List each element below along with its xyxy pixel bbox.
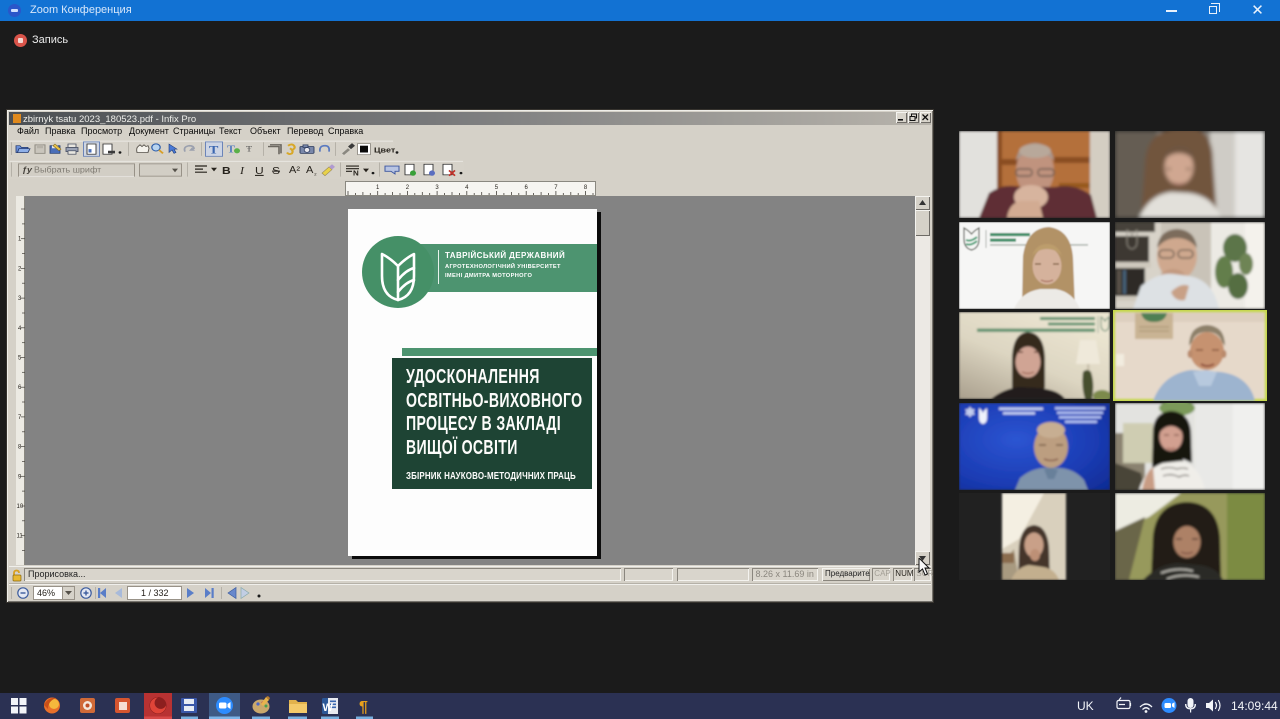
- svg-text:Выбрать шрифт: Выбрать шрифт: [34, 165, 101, 174]
- svg-text:2: 2: [18, 266, 22, 272]
- svg-text:5: 5: [495, 185, 499, 191]
- svg-text:ƒy: ƒy: [22, 165, 33, 174]
- svg-text:A: A: [306, 166, 313, 176]
- svg-text:8: 8: [584, 185, 588, 191]
- svg-text:46%: 46%: [37, 588, 55, 598]
- svg-text:N: N: [353, 169, 359, 177]
- svg-text:1: 1: [376, 185, 380, 191]
- svg-text:10: 10: [17, 504, 24, 510]
- svg-text:Ŧ: Ŧ: [246, 145, 252, 154]
- svg-text:7: 7: [554, 185, 558, 191]
- svg-text:W: W: [323, 702, 334, 714]
- svg-text:U: U: [255, 166, 264, 177]
- svg-text:A²: A²: [289, 166, 301, 176]
- svg-text:¶: ¶: [359, 699, 368, 716]
- svg-text:4: 4: [18, 326, 22, 332]
- svg-text:14:09:44: 14:09:44: [1231, 699, 1278, 713]
- svg-text:4: 4: [465, 185, 469, 191]
- svg-text:T: T: [209, 142, 219, 156]
- svg-text:7: 7: [18, 415, 22, 421]
- svg-text:11: 11: [17, 534, 24, 540]
- svg-text:1: 1: [18, 237, 22, 243]
- svg-text:8: 8: [18, 445, 22, 451]
- svg-text:6: 6: [18, 385, 22, 391]
- svg-text:5: 5: [18, 356, 22, 362]
- svg-text:3: 3: [18, 296, 22, 302]
- svg-text:2: 2: [406, 185, 410, 191]
- svg-text:1 / 332: 1 / 332: [141, 588, 169, 598]
- svg-text:B: B: [222, 166, 231, 177]
- svg-text:3: 3: [435, 185, 439, 191]
- svg-text:Цвет: Цвет: [374, 145, 395, 154]
- svg-text:6: 6: [525, 185, 529, 191]
- svg-text:S: S: [272, 166, 280, 177]
- svg-text:₂: ₂: [314, 170, 317, 177]
- svg-text:9: 9: [18, 474, 22, 480]
- svg-text:UK: UK: [1077, 699, 1094, 713]
